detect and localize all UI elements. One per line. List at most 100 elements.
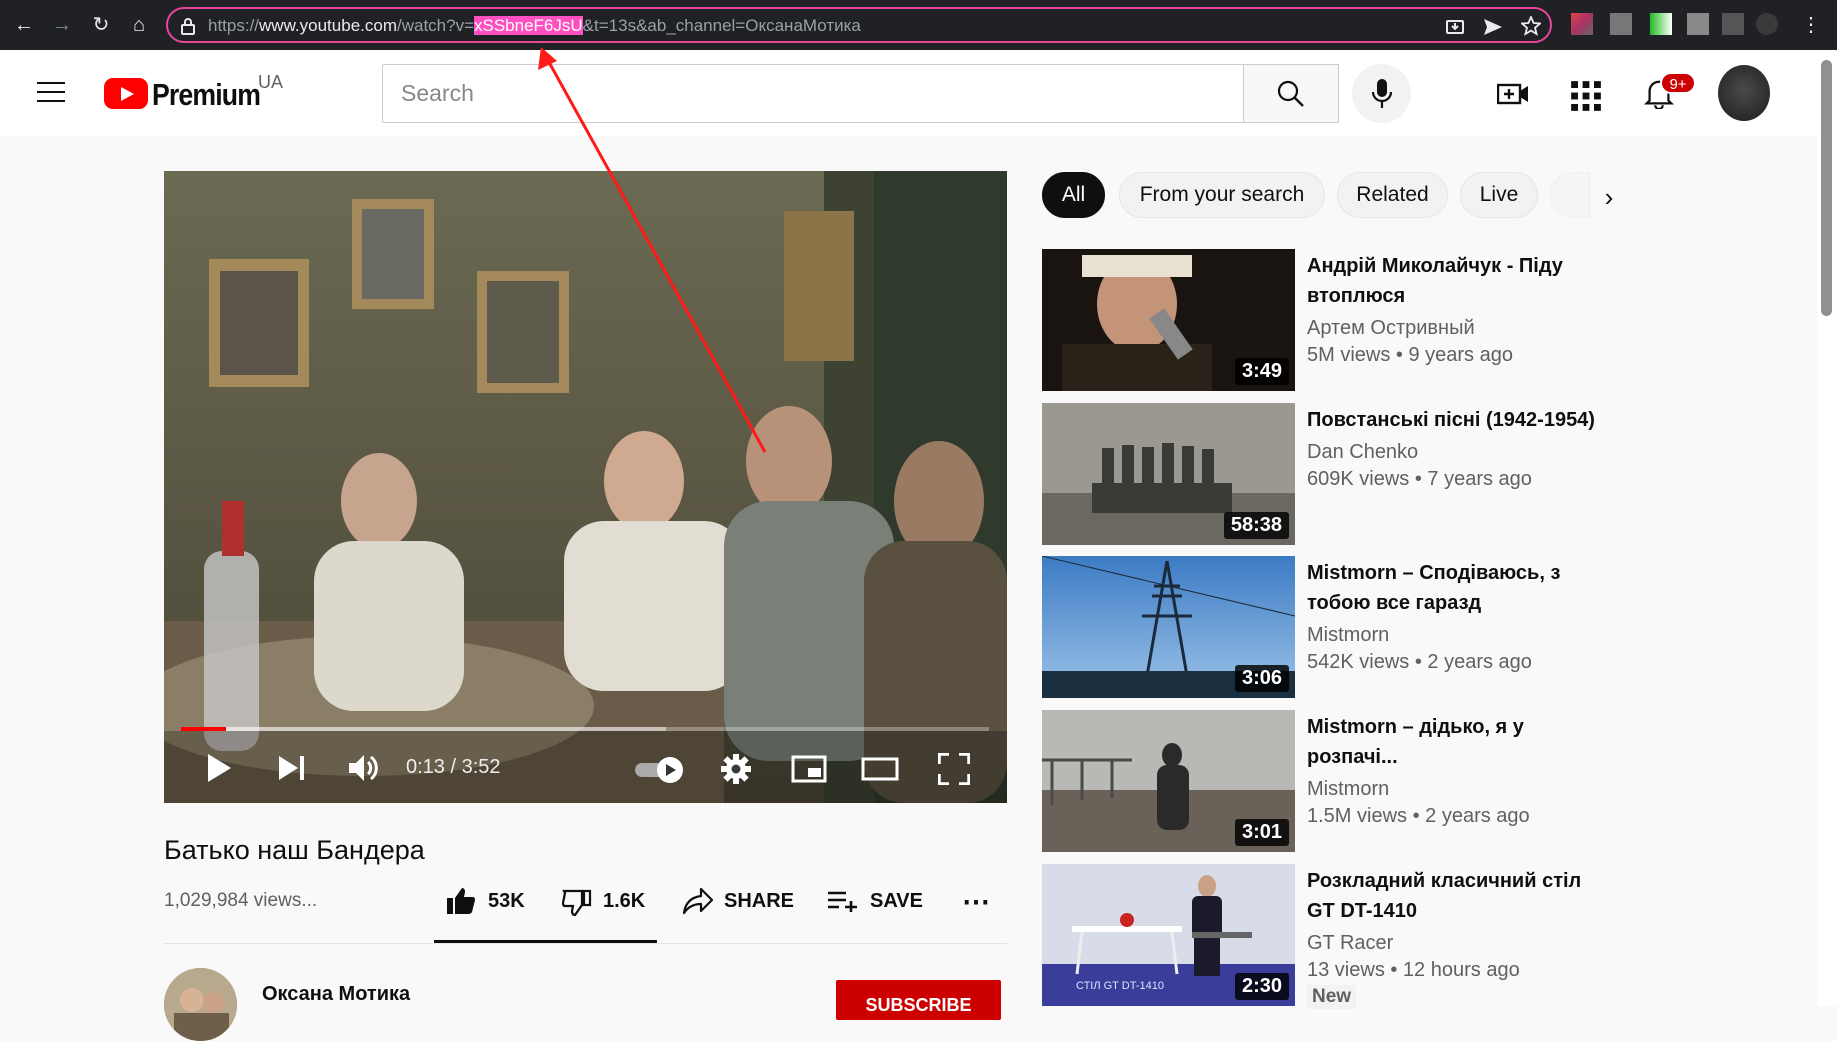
related-video-channel[interactable]: Mistmorn	[1307, 624, 1389, 647]
install-icon[interactable]	[1445, 17, 1465, 37]
logo-text[interactable]: Premium	[152, 77, 261, 113]
star-icon[interactable]	[1521, 16, 1541, 36]
video-thumbnail[interactable]: 3:06	[1042, 556, 1295, 698]
new-badge: New	[1307, 985, 1357, 1009]
miniplayer-icon[interactable]	[791, 755, 827, 783]
search-input[interactable]	[383, 65, 1243, 122]
related-video-meta: 5M views • 9 years ago	[1307, 344, 1513, 366]
thumbs-up-icon	[447, 888, 475, 914]
chip-partial[interactable]	[1550, 172, 1590, 218]
playlist-add-icon	[828, 891, 857, 912]
related-video-title[interactable]: Розкладний класичний стіл GT DT-1410	[1307, 866, 1607, 926]
video-duration: 3:01	[1234, 819, 1289, 846]
scrollbar-thumb[interactable]	[1821, 60, 1832, 316]
channel-name[interactable]: Оксана Мотика	[262, 983, 410, 1006]
video-duration: 58:38	[1223, 512, 1289, 539]
url-text[interactable]: https://www.youtube.com/watch?v=xSSbneF6…	[208, 16, 861, 36]
menu-icon[interactable]	[37, 82, 65, 104]
video-thumbnail[interactable]: 3:01	[1042, 710, 1295, 852]
youtube-header: Premium UA 9+	[0, 50, 1837, 136]
profile-icon[interactable]	[1756, 13, 1778, 35]
extension-icon[interactable]	[1687, 13, 1709, 35]
apps-icon[interactable]	[1570, 80, 1602, 112]
chip-all[interactable]: All	[1042, 172, 1105, 218]
autoplay-toggle[interactable]	[634, 755, 686, 785]
related-video-channel[interactable]: GT Racer	[1307, 932, 1393, 955]
related-video[interactable]: СТІЛ GT DT-1410 2:30 Розкладний класични…	[1042, 864, 1602, 1009]
related-video[interactable]: 3:06 Mistmorn – Сподіваюсь, з тобою все …	[1042, 556, 1602, 698]
url-scheme: https://	[208, 16, 260, 35]
volume-icon[interactable]	[348, 753, 380, 783]
share-icon	[682, 887, 714, 915]
related-video-meta: 609K views • 7 years ago	[1307, 468, 1532, 490]
related-video-title[interactable]: Mistmorn – дідько, я у розпачі...	[1307, 712, 1607, 772]
more-actions-icon[interactable]: ⋯	[962, 885, 991, 918]
region-code: UA	[258, 72, 284, 92]
channel-avatar[interactable]	[164, 968, 237, 1041]
related-video-meta: 542K views • 2 years ago	[1307, 651, 1532, 673]
extension-icon[interactable]	[1650, 13, 1672, 35]
progress-played	[181, 727, 227, 731]
home-icon[interactable]: ⌂	[127, 13, 151, 37]
related-video-channel[interactable]: Mistmorn	[1307, 778, 1389, 801]
url-path: /watch?v=	[396, 16, 474, 35]
kebab-menu-icon[interactable]: ⋮	[1799, 13, 1823, 37]
subscribe-button[interactable]: SUBSCRIBE	[836, 980, 1001, 1020]
fullscreen-icon[interactable]	[938, 753, 970, 785]
reload-icon[interactable]: ↻	[89, 13, 113, 37]
extension-icon[interactable]	[1610, 13, 1632, 35]
related-video[interactable]: 58:38 Повстанські пісні (1942-1954) Dan …	[1042, 403, 1602, 545]
create-icon[interactable]	[1497, 78, 1529, 110]
related-video[interactable]: 3:49 Андрій Миколайчук - Піду втоплюся А…	[1042, 249, 1602, 391]
extension-icon[interactable]	[1571, 13, 1593, 35]
next-icon[interactable]	[278, 755, 306, 781]
forward-icon[interactable]: →	[50, 13, 74, 37]
related-video-channel[interactable]: Dan Chenko	[1307, 441, 1418, 464]
related-video[interactable]: 3:01 Mistmorn – дідько, я у розпачі... M…	[1042, 710, 1602, 852]
search-box[interactable]	[382, 64, 1244, 123]
send-icon[interactable]	[1483, 18, 1503, 36]
address-bar[interactable]: https://www.youtube.com/watch?v=xSSbneF6…	[166, 7, 1552, 43]
like-count: 53K	[488, 890, 525, 912]
back-icon[interactable]: ←	[12, 13, 36, 37]
url-video-id-highlight: xSSbneF6JsU	[474, 16, 583, 35]
related-video-title[interactable]: Mistmorn – Сподіваюсь, з тобою все гараз…	[1307, 558, 1607, 618]
video-duration: 2:30	[1234, 973, 1289, 1000]
video-thumbnail[interactable]: 3:49	[1042, 249, 1295, 391]
settings-gear-icon[interactable]	[720, 753, 752, 785]
progress-buffer	[181, 727, 666, 731]
related-video-channel[interactable]: Артем Остривный	[1307, 317, 1475, 340]
video-thumbnail[interactable]: 58:38	[1042, 403, 1295, 545]
mic-icon	[1371, 79, 1393, 108]
time-display: 0:13 / 3:52	[406, 756, 501, 778]
video-frame-image	[164, 171, 1007, 803]
chip-live[interactable]: Live	[1460, 172, 1538, 218]
share-label: SHARE	[724, 890, 795, 912]
url-query: &t=13s&ab_channel=ОксанаМотика	[582, 16, 861, 35]
related-video-meta: 1.5M views • 2 years ago	[1307, 805, 1530, 827]
related-video-title[interactable]: Андрій Миколайчук - Піду втоплюся	[1307, 251, 1607, 311]
account-avatar[interactable]	[1718, 65, 1770, 121]
voice-search-button[interactable]	[1352, 64, 1411, 123]
progress-bar[interactable]	[181, 727, 989, 731]
search-icon	[1277, 80, 1304, 107]
video-thumbnail[interactable]: СТІЛ GT DT-1410 2:30	[1042, 864, 1295, 1006]
related-video-title[interactable]: Повстанські пісні (1942-1954)	[1307, 405, 1627, 435]
theater-mode-icon[interactable]	[861, 757, 899, 781]
view-count[interactable]: 1,029,984 views...	[164, 890, 317, 912]
browser-toolbar: ← → ↻ ⌂ https://www.youtube.com/watch?v=…	[0, 0, 1837, 50]
extension-icon[interactable]	[1722, 13, 1744, 35]
chevron-right-icon[interactable]: ›	[1590, 178, 1628, 216]
video-player[interactable]: 0:13 / 3:52	[164, 171, 1007, 803]
thumbs-down-icon	[562, 889, 592, 917]
video-duration: 3:49	[1234, 358, 1289, 385]
play-icon[interactable]	[206, 753, 232, 783]
chip-from-your-search[interactable]: From your search	[1119, 172, 1325, 218]
youtube-logo-icon[interactable]	[104, 78, 148, 109]
lock-icon[interactable]	[180, 17, 196, 35]
url-host: www.youtube.com	[259, 16, 397, 35]
chip-related[interactable]: Related	[1337, 172, 1448, 218]
divider	[164, 943, 1007, 944]
notification-badge: 9+	[1660, 72, 1696, 94]
search-button[interactable]	[1243, 64, 1339, 123]
